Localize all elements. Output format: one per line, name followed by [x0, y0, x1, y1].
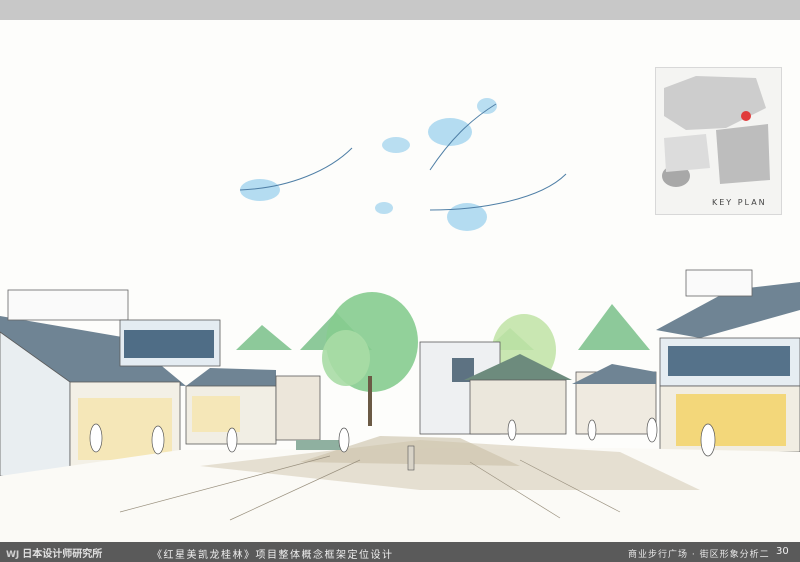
footer-bar: WJ 日本设计师研究所 《红星美凯龙桂林》项目整体概念框架定位设计 商业步行广场 … — [0, 542, 800, 562]
logo-mark: WJ — [6, 550, 20, 560]
top-band — [0, 0, 800, 20]
key-plan-inset — [655, 67, 782, 215]
firm-logo: WJ 日本设计师研究所 — [6, 545, 102, 560]
logo-text: 日本设计师研究所 — [22, 549, 103, 560]
key-plan-map — [662, 76, 770, 187]
right-buildings — [656, 269, 800, 453]
sheet-subtitle: 商业步行广场 · 街区形象分析二 — [628, 550, 770, 560]
project-title: 《红星美凯龙桂林》项目整体概念框架定位设计 — [152, 550, 394, 561]
key-plan-label: KEY PLAN — [712, 198, 767, 207]
drawing-sheet: KEY PLAN — [0, 20, 800, 542]
page-number: 30 — [776, 546, 789, 557]
sky-washes — [239, 98, 567, 231]
